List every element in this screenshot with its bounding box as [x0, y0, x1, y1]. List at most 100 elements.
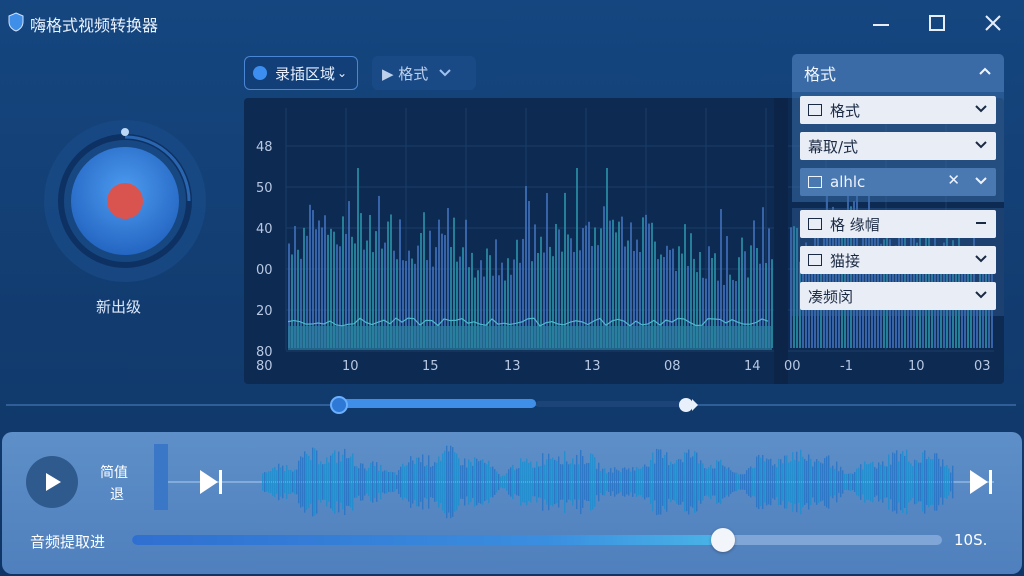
progress-label: 音频提取进 [30, 533, 106, 551]
waveform-bar [774, 464, 776, 500]
waveform-bar [674, 463, 676, 501]
waveform-bar [668, 465, 670, 499]
waveform-bar [758, 454, 760, 510]
waveform-bar [622, 468, 624, 496]
quality-select[interactable]: 格 缘帽 [800, 210, 996, 238]
waveform-bar [812, 466, 814, 498]
waveform-bar [314, 448, 316, 516]
waveform-bar [640, 468, 642, 496]
maximize-button[interactable] [924, 10, 950, 36]
record-icon [107, 183, 143, 219]
waveform-bar [530, 461, 532, 503]
waveform-bar [634, 470, 636, 494]
waveform-bar [464, 458, 466, 506]
waveform-bar [734, 472, 736, 492]
waveform-bar [820, 462, 822, 502]
waveform-bar [278, 463, 280, 501]
waveform-bar [610, 468, 612, 496]
spectrum-base [288, 326, 772, 350]
waveform-bar [442, 453, 444, 511]
play-button[interactable] [26, 456, 78, 508]
format-panel-header[interactable]: 格式 [792, 54, 1004, 92]
waveform-bar [754, 467, 756, 497]
x-tick-label: 15 [422, 359, 439, 374]
waveform-bar [694, 451, 696, 513]
waveform-bar [890, 464, 892, 500]
waveform-bar [792, 452, 794, 512]
waveform-bar [736, 472, 738, 492]
format-panel-body: 格式 幕取/式 alhlc ✕ [792, 92, 1004, 202]
record-region-label: 录插区域 [275, 64, 336, 83]
minimize-button[interactable] [868, 10, 894, 36]
quality-label: 格 缘帽 [830, 215, 880, 234]
waveform-bar [924, 450, 926, 514]
waveform-bar [586, 463, 588, 501]
timeline-end-handle[interactable] [678, 396, 698, 414]
minimize-icon [873, 24, 889, 26]
waveform-bar [482, 459, 484, 505]
waveform-bar [598, 462, 600, 502]
waveform-bar [280, 467, 282, 497]
waveform-bar [772, 465, 774, 499]
waveform-bar [460, 465, 462, 499]
waveform-bar [544, 464, 546, 500]
waveform-bar [804, 459, 806, 505]
y-tick-label: 50 [256, 181, 273, 196]
output-select[interactable]: 猫接 [800, 246, 996, 274]
waveform-bar [864, 461, 866, 503]
waveform-bar [908, 461, 910, 503]
format-label: ▶ 格式 [382, 64, 429, 83]
waveform-bar [328, 462, 330, 502]
waveform-bar [472, 465, 474, 499]
waveform-bar [546, 459, 548, 505]
waveform-bar [396, 474, 398, 490]
progress-handle[interactable] [711, 528, 735, 552]
waveform-bar [590, 453, 592, 511]
waveform-bar [600, 470, 602, 494]
waveform-bar [378, 470, 380, 494]
timeline-start-handle[interactable] [330, 396, 348, 414]
waveform-bar [938, 458, 940, 506]
capture-mode-select[interactable]: 幕取/式 [800, 132, 996, 160]
waveform-bar [604, 468, 606, 496]
waveform-bar [294, 469, 296, 495]
waveform-bar [358, 468, 360, 496]
waveform-bar [290, 469, 292, 495]
waveform-bar [568, 464, 570, 500]
audio-freq-select[interactable]: 凑频闵 [800, 282, 996, 310]
waveform-bar [434, 462, 436, 502]
waveform-bar [868, 464, 870, 500]
timeline-fill [340, 399, 536, 408]
waveform-bar [848, 473, 850, 491]
waveform-bar [884, 466, 886, 498]
waveform-bar [422, 454, 424, 510]
title-bar: 嗨格式视频转换器 [0, 0, 1024, 46]
format-dropdown[interactable]: ▶ 格式 [372, 56, 476, 90]
close-button[interactable] [980, 10, 1006, 36]
clear-icon[interactable]: ✕ [947, 171, 960, 189]
waveform-bar [644, 464, 646, 500]
y-tick-label: 80 [256, 345, 273, 360]
x-tick-label: 00 [784, 359, 801, 374]
waveform-bar [714, 468, 716, 496]
waveform-bar [298, 460, 300, 504]
waveform-bar [554, 459, 556, 505]
record-dial[interactable] [42, 118, 208, 284]
waveform-bar [594, 457, 596, 507]
waveform-bar [678, 459, 680, 505]
waveform-bar [852, 473, 854, 491]
record-region-dropdown[interactable]: 录插区域 ⌄ [244, 56, 358, 90]
output-box-icon [808, 254, 822, 266]
codec-select[interactable]: alhlc ✕ [800, 168, 996, 196]
waveform-bar [436, 462, 438, 502]
waveform-bar [288, 469, 290, 495]
waveform-bar [888, 454, 890, 510]
waveform-bar [522, 461, 524, 503]
play-icon [46, 473, 61, 491]
format-select[interactable]: 格式 [800, 96, 996, 124]
waveform-bar [934, 453, 936, 511]
waveform-bar [654, 463, 656, 501]
waveform-bar [268, 471, 270, 493]
waveform-bar [790, 461, 792, 503]
waveform-bar [690, 457, 692, 507]
